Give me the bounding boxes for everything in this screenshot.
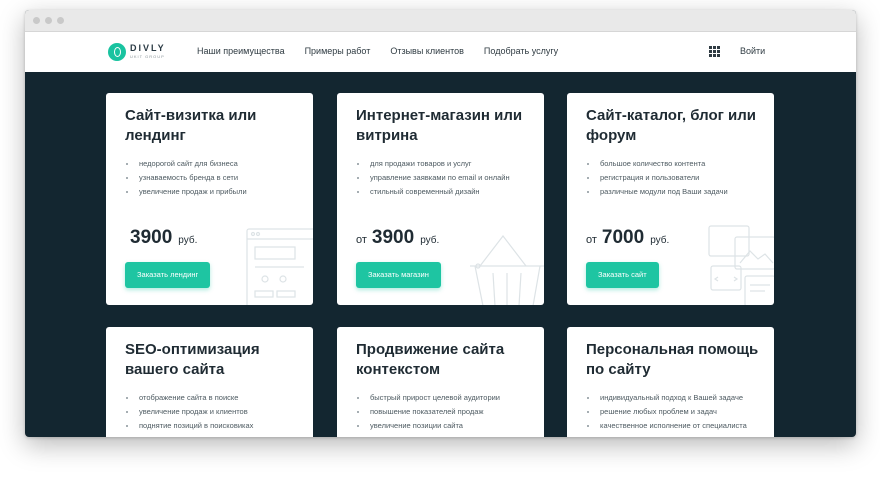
feature-item: решение любых проблем и задач [586, 405, 747, 419]
service-card-personal-help: Персональная помощь по сайту индивидуаль… [567, 327, 774, 437]
card-title: Сайт-визитка или лендинг [125, 107, 257, 144]
feature-item: управление заявками по email и онлайн [356, 171, 510, 185]
card-title: Персональная помощь по сайту [586, 341, 759, 378]
service-card-seo: SEO-оптимизация вашего сайта отображение… [106, 327, 313, 437]
order-landing-button[interactable]: Заказать лендинг [125, 262, 211, 288]
nav-link-reviews[interactable]: Отзывы клиентов [390, 46, 464, 56]
window-close-dot[interactable] [33, 17, 40, 24]
feature-list: индивидуальный подход к Вашей задаче реш… [586, 391, 747, 433]
service-card-catalog: Сайт-каталог, блог или форум большое кол… [567, 93, 774, 305]
feature-item: быстрый прирост целевой аудитории [356, 391, 500, 405]
feature-list: отображение сайта в поиске увеличение пр… [125, 391, 253, 433]
feature-item: недорогой сайт для бизнеса [125, 157, 247, 171]
feature-item: большое количество контента [586, 157, 728, 171]
window-minimize-dot[interactable] [45, 17, 52, 24]
logo-icon [108, 43, 126, 61]
website-layout-icon [246, 228, 313, 305]
feature-item: регистрация и пользователи [586, 171, 728, 185]
site-header: DIVLY UKIT GROUP Наши преимущества Приме… [25, 32, 856, 72]
feature-item: для продажи товаров и услуг [356, 157, 510, 171]
service-card-landing: Сайт-визитка или лендинг недорогой сайт … [106, 93, 313, 305]
feature-item: увеличение продаж и прибыли [125, 185, 247, 199]
feature-item: поднятие позиций в поисковиках [125, 419, 253, 433]
feature-item: индивидуальный подход к Вашей задаче [586, 391, 747, 405]
login-link[interactable]: Войти [740, 46, 765, 56]
service-card-shop: Интернет-магазин или витрина для продажи… [337, 93, 544, 305]
feature-item: узнаваемость бренда в сети [125, 171, 247, 185]
price-prefix: от [586, 234, 597, 246]
feature-item: различные модули под Ваши задачи [586, 185, 728, 199]
logo[interactable]: DIVLY UKIT GROUP [108, 43, 166, 61]
browser-window: DIVLY UKIT GROUP Наши преимущества Приме… [25, 10, 856, 437]
nav-link-choose-service[interactable]: Подобрать услугу [484, 46, 558, 56]
service-card-context-ads: Продвижение сайта контекстом быстрый при… [337, 327, 544, 437]
price-value: 7000 [601, 227, 645, 248]
price-value: 3900 [130, 227, 173, 248]
order-site-button[interactable]: Заказать сайт [586, 262, 659, 288]
card-title: Сайт-каталог, блог или форум [586, 107, 756, 144]
price-currency: руб. [420, 235, 440, 246]
window-maximize-dot[interactable] [57, 17, 64, 24]
card-title: Интернет-магазин или витрина [356, 107, 523, 144]
feature-item: отображение сайта в поиске [125, 391, 253, 405]
price-currency: руб. [650, 235, 670, 246]
price: 3900 руб. [125, 227, 197, 249]
card-title: SEO-оптимизация вашего сайта [125, 341, 260, 378]
card-title: Продвижение сайта контекстом [356, 341, 505, 378]
window-titlebar [25, 10, 856, 32]
feature-list: быстрый прирост целевой аудитории повыше… [356, 391, 500, 433]
apps-grid-icon[interactable] [709, 46, 720, 57]
logo-subtitle: UKIT GROUP [130, 53, 165, 59]
feature-list: недорогой сайт для бизнеса узнаваемость … [125, 157, 247, 199]
feature-item: качественное исполнение от специалиста [586, 419, 747, 433]
price-currency: руб. [178, 235, 198, 246]
price-value: 3900 [371, 227, 415, 248]
price-prefix: от [356, 234, 367, 246]
feature-item: стильный современный дизайн [356, 185, 510, 199]
feature-list: для продажи товаров и услуг управление з… [356, 157, 510, 199]
content-windows-icon [708, 225, 774, 305]
nav-link-works[interactable]: Примеры работ [305, 46, 371, 56]
shopping-basket-icon [470, 235, 544, 305]
price: от 7000 руб. [586, 227, 669, 249]
logo-name: DIVLY [130, 42, 166, 53]
feature-item: увеличение продаж и клиентов [125, 405, 253, 419]
feature-item: увеличение позиции сайта [356, 419, 500, 433]
price: от 3900 руб. [356, 227, 439, 249]
feature-item: повышение показателей продаж [356, 405, 500, 419]
order-shop-button[interactable]: Заказать магазин [356, 262, 441, 288]
main-nav: Наши преимущества Примеры работ Отзывы к… [197, 46, 558, 56]
nav-link-advantages[interactable]: Наши преимущества [197, 46, 285, 56]
feature-list: большое количество контента регистрация … [586, 157, 728, 199]
